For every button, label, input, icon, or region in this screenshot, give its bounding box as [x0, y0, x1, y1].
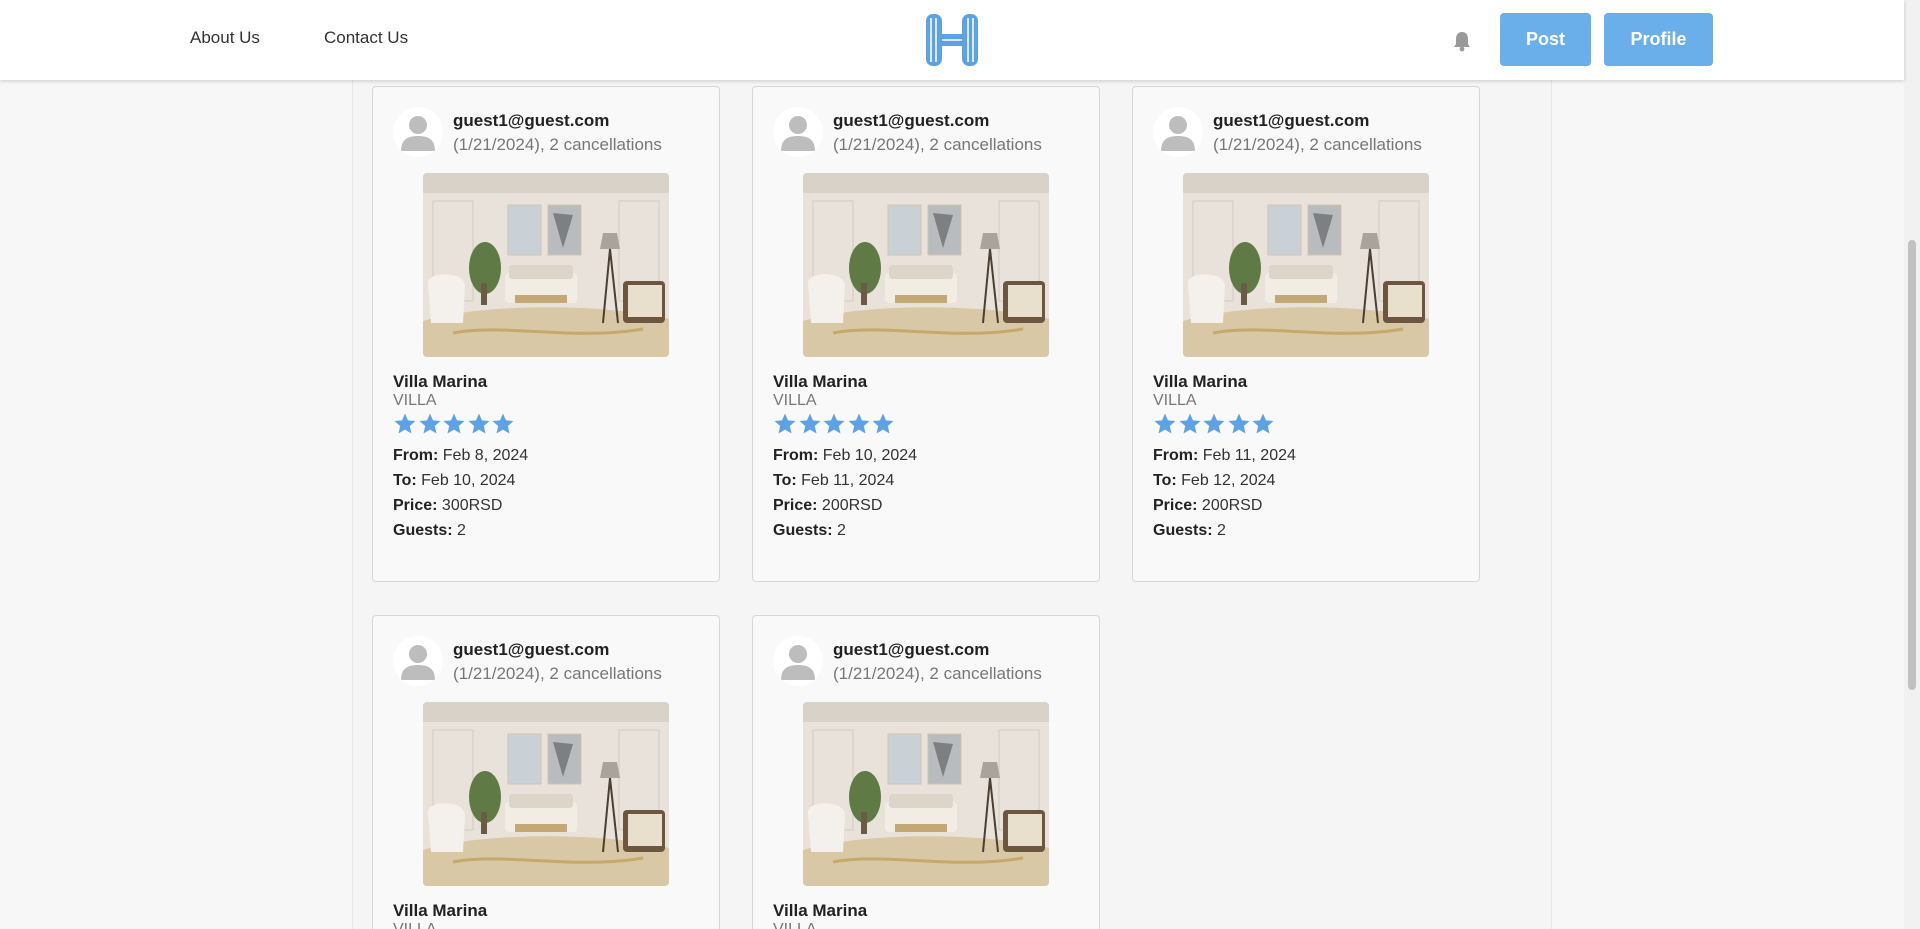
guest-email: guest1@guest.com — [453, 111, 610, 130]
accommodation-type: VILLA — [773, 921, 817, 929]
to-value: Feb 10, 2024 — [421, 472, 516, 489]
guests-value: 2 — [1217, 522, 1226, 539]
guest-meta: (1/21/2024), 2 cancellations — [833, 664, 1042, 683]
price-label: Price: — [1153, 497, 1198, 514]
guest-email: guest1@guest.com — [833, 640, 990, 659]
accommodation-type: VILLA — [773, 392, 817, 409]
guest-meta: (1/21/2024), 2 cancellations — [1213, 135, 1422, 154]
guests-value: 2 — [457, 522, 466, 539]
price-value: 200RSD — [1201, 497, 1263, 514]
rating-stars — [393, 412, 516, 436]
star-icon — [774, 413, 796, 434]
star-icon — [1154, 413, 1176, 434]
guest-email: guest1@guest.com — [1213, 111, 1370, 130]
guests-label: Guests: — [1153, 522, 1213, 539]
price-label: Price: — [773, 497, 818, 514]
from-value: Feb 10, 2024 — [822, 447, 918, 464]
avatar-icon — [773, 636, 823, 686]
star-icon — [823, 413, 845, 434]
from-value: Feb 8, 2024 — [442, 447, 529, 464]
star-icon — [872, 413, 894, 434]
nav-contact-us-link[interactable]: Contact Us — [324, 28, 408, 48]
star-icon — [1252, 413, 1274, 434]
accommodation-name: Villa Marina — [1153, 372, 1248, 391]
price-value: 300RSD — [441, 497, 503, 514]
to-value: Feb 12, 2024 — [1181, 472, 1276, 489]
navbar: About Us Contact Us Post Profile — [0, 0, 1904, 80]
accommodation-name: Villa Marina — [773, 372, 868, 391]
accommodation-photo[interactable] — [423, 173, 669, 357]
rating-stars — [1153, 412, 1276, 436]
accommodation-type: VILLA — [393, 921, 437, 929]
avatar-icon — [773, 107, 823, 157]
star-icon — [799, 413, 820, 434]
accommodation-type: VILLA — [1153, 392, 1197, 409]
guests-row: Guests: 2 — [393, 522, 466, 540]
accommodation-type: VILLA — [393, 392, 437, 409]
scrollbar-thumb[interactable] — [1908, 240, 1916, 690]
guest-meta: (1/21/2024), 2 cancellations — [833, 135, 1042, 154]
page-scrollbar[interactable] — [1904, 0, 1920, 929]
from-row: From: Feb 11, 2024 — [1153, 447, 1296, 465]
star-icon — [394, 413, 416, 434]
to-label: To: — [1153, 472, 1177, 489]
avatar-icon — [393, 107, 443, 157]
star-icon — [848, 413, 869, 434]
accommodation-photo[interactable] — [803, 702, 1049, 886]
bell-icon[interactable] — [1452, 30, 1472, 52]
price-row: Price: 200RSD — [1153, 497, 1262, 515]
to-row: To: Feb 11, 2024 — [773, 472, 894, 490]
reservation-card[interactable]: guest1@guest.com (1/21/2024), 2 cancellat… — [1132, 86, 1480, 582]
guest-meta: (1/21/2024), 2 cancellations — [453, 664, 662, 683]
accommodation-name: Villa Marina — [393, 901, 488, 920]
accommodation-photo[interactable] — [803, 173, 1049, 357]
rating-stars — [773, 412, 896, 436]
reservation-card[interactable]: guest1@guest.com (1/21/2024), 2 cancellat… — [752, 86, 1100, 582]
to-value: Feb 11, 2024 — [801, 472, 895, 489]
avatar-icon — [393, 636, 443, 686]
accommodation-name: Villa Marina — [393, 372, 488, 391]
nav-about-us-link[interactable]: About Us — [190, 28, 260, 48]
accommodation-photo[interactable] — [1183, 173, 1429, 357]
guest-email: guest1@guest.com — [833, 111, 990, 130]
price-row: Price: 200RSD — [773, 497, 882, 515]
from-label: From: — [1153, 447, 1199, 464]
profile-button[interactable]: Profile — [1604, 13, 1713, 66]
price-value: 200RSD — [821, 497, 883, 514]
star-icon — [1228, 413, 1249, 434]
guests-label: Guests: — [773, 522, 833, 539]
avatar-icon — [1153, 107, 1203, 157]
guests-value: 2 — [837, 522, 846, 539]
logo-icon[interactable] — [924, 12, 980, 68]
to-row: To: Feb 10, 2024 — [393, 472, 515, 490]
from-row: From: Feb 8, 2024 — [393, 447, 528, 465]
star-icon — [1179, 413, 1200, 434]
accommodation-name: Villa Marina — [773, 901, 868, 920]
to-label: To: — [773, 472, 797, 489]
star-icon — [1203, 413, 1225, 434]
from-value: Feb 11, 2024 — [1202, 447, 1296, 464]
accommodation-photo[interactable] — [423, 702, 669, 886]
post-button[interactable]: Post — [1500, 13, 1591, 66]
price-row: Price: 300RSD — [393, 497, 502, 515]
from-row: From: Feb 10, 2024 — [773, 447, 917, 465]
guests-row: Guests: 2 — [1153, 522, 1226, 540]
from-label: From: — [773, 447, 819, 464]
to-row: To: Feb 12, 2024 — [1153, 472, 1275, 490]
star-icon — [443, 413, 465, 434]
star-icon — [468, 413, 489, 434]
reservation-card[interactable]: guest1@guest.com (1/21/2024), 2 cancellat… — [752, 615, 1100, 929]
guests-row: Guests: 2 — [773, 522, 846, 540]
guest-meta: (1/21/2024), 2 cancellations — [453, 135, 662, 154]
reservation-card[interactable]: guest1@guest.com (1/21/2024), 2 cancellat… — [372, 615, 720, 929]
price-label: Price: — [393, 497, 438, 514]
guest-email: guest1@guest.com — [453, 640, 610, 659]
reservation-card[interactable]: guest1@guest.com (1/21/2024), 2 cancellat… — [372, 86, 720, 582]
star-icon — [419, 413, 440, 434]
from-label: From: — [393, 447, 439, 464]
to-label: To: — [393, 472, 417, 489]
guests-label: Guests: — [393, 522, 453, 539]
star-icon — [492, 413, 514, 434]
